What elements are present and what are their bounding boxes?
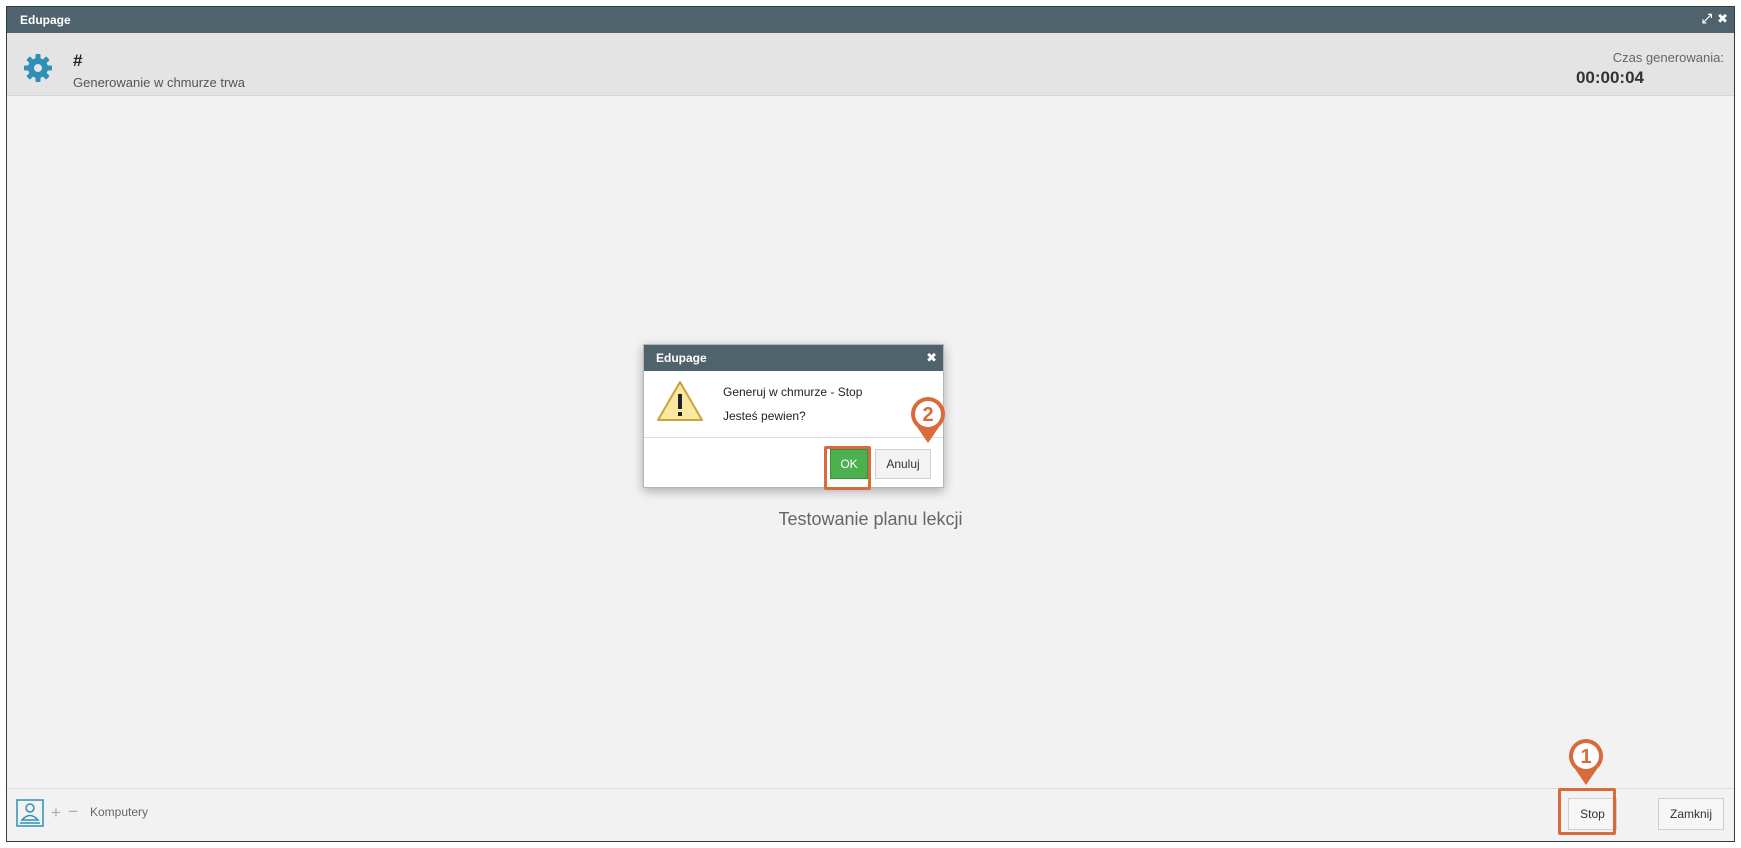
confirm-dialog: Edupage ✖ Generuj w chmurze - Stop Jeste… <box>643 344 944 488</box>
callout-number-1: 1 <box>1580 746 1591 768</box>
timetable-name: # <box>73 51 83 70</box>
maximize-icon[interactable]: ⤢ <box>1702 12 1712 26</box>
generation-status: Generowanie w chmurze trwa <box>73 75 245 90</box>
window-titlebar: Edupage ⤢ ✖ <box>7 7 1734 33</box>
generation-header: # Generowanie w chmurze trwa Czas genero… <box>7 33 1734 96</box>
dialog-question: Jesteś pewien? <box>723 409 806 423</box>
dialog-title: Edupage <box>656 351 707 365</box>
callout-pin-1: 1 <box>1569 739 1603 785</box>
warning-icon <box>657 381 703 421</box>
dialog-titlebar: Edupage ✖ <box>644 345 943 371</box>
callout-number-2: 2 <box>922 404 933 426</box>
ok-highlight-box <box>824 446 871 490</box>
dialog-divider <box>644 437 943 438</box>
close-button[interactable]: Zamknij <box>1658 798 1724 830</box>
gear-icon <box>24 54 52 82</box>
add-icon[interactable]: + <box>51 803 61 823</box>
remove-icon[interactable]: − <box>68 802 78 822</box>
window-title: Edupage <box>20 13 71 27</box>
timer-label: Czas generowania: <box>1612 50 1724 65</box>
computer-user-icon[interactable] <box>16 799 44 827</box>
close-icon[interactable]: ✖ <box>1717 12 1728 26</box>
footer-bar: + − Komputery Stop Zamknij <box>7 788 1734 841</box>
center-status-text: Testowanie planu lekcji <box>778 509 963 529</box>
dialog-close-icon[interactable]: ✖ <box>926 350 937 366</box>
callout-pin-2: 2 <box>911 397 945 443</box>
timer-value: 00:00:04 <box>1575 68 1644 87</box>
cancel-button[interactable]: Anuluj <box>875 449 931 479</box>
computers-label: Komputery <box>90 805 149 819</box>
stop-highlight-box <box>1558 788 1616 835</box>
dialog-message: Generuj w chmurze - Stop <box>723 385 863 399</box>
